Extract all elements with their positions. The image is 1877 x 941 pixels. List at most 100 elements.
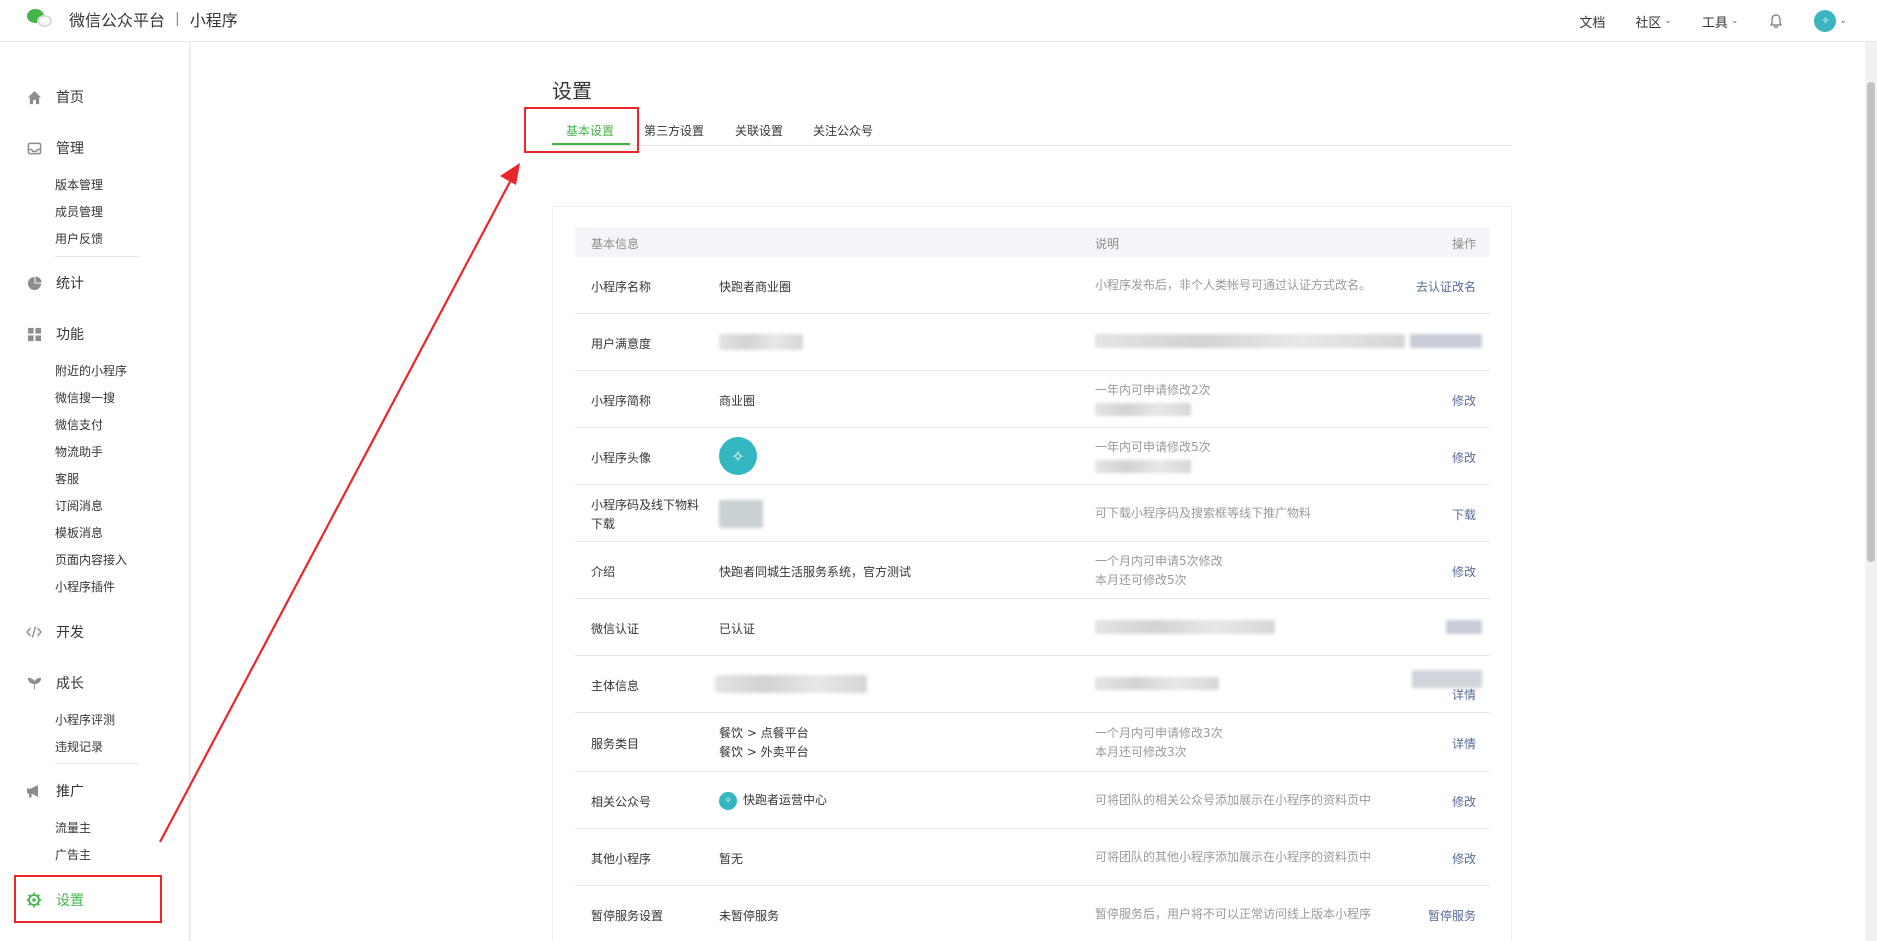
redacted-desc	[1095, 334, 1405, 354]
row-desc: 一年内可申请修改5次	[1095, 438, 1211, 479]
notifications-button[interactable]	[1768, 13, 1784, 29]
sidebar-item-features[interactable]: 功能	[26, 324, 84, 344]
brand-separator: |	[175, 11, 180, 27]
row-value: 商业圈	[719, 394, 756, 408]
sidebar-item-content[interactable]: 页面内容接入	[55, 551, 127, 568]
table-row: 相关公众号 ✧ 快跑者运营中心 可将团队的相关公众号添加展示在小程序的资料页中 修…	[575, 772, 1490, 829]
row-label: 服务类目	[591, 737, 640, 751]
row-label: 其他小程序	[591, 852, 652, 866]
certify-rename-link[interactable]: 去认证改名	[1416, 278, 1476, 295]
row-desc-line: 本月还可修改3次	[1095, 745, 1187, 759]
nav-community[interactable]: 社区 ⌄	[1635, 12, 1672, 31]
pause-service-link[interactable]: 暂停服务	[1428, 907, 1476, 924]
category-item: 餐饮 > 点餐平台	[719, 726, 809, 740]
sidebar-item-plugins[interactable]: 小程序插件	[55, 578, 115, 595]
chevron-down-icon: ⌄	[1730, 16, 1739, 26]
redacted-value	[719, 334, 803, 353]
sidebar-item-logistics[interactable]: 物流助手	[55, 443, 103, 460]
avatar: ✧	[1814, 10, 1837, 32]
header-desc: 说明	[1095, 237, 1120, 251]
sidebar-item-advertiser[interactable]: 广告主	[55, 846, 91, 863]
row-label: 主体信息	[591, 679, 640, 693]
product-name: 小程序	[189, 11, 238, 30]
category-item: 餐饮 > 外卖平台	[719, 745, 809, 759]
bell-icon	[1768, 13, 1784, 29]
row-value: 已认证	[719, 622, 756, 636]
row-desc-line: 一年内可申请修改2次	[1095, 383, 1211, 397]
edit-link[interactable]: 修改	[1452, 563, 1476, 580]
sidebar-item-versions[interactable]: 版本管理	[55, 176, 103, 193]
row-value: 快跑者同城生活服务系统，官方测试	[719, 565, 912, 579]
row-value: ✧ 快跑者运营中心	[719, 791, 827, 810]
sidebar-item-traffic-owner[interactable]: 流量主	[55, 819, 91, 836]
tab-third-party[interactable]: 第三方设置	[644, 122, 704, 139]
table-row: 小程序简称 商业圈 一年内可申请修改2次 修改	[575, 371, 1490, 428]
download-link[interactable]: 下载	[1452, 506, 1476, 523]
sidebar-item-search[interactable]: 微信搜一搜	[55, 389, 115, 406]
row-desc: 一年内可申请修改2次	[1095, 381, 1211, 422]
row-label: 微信认证	[591, 622, 640, 636]
inbox-icon	[26, 140, 42, 156]
scrollbar[interactable]	[1865, 42, 1877, 941]
table-row: 小程序头像 ✧ 一年内可申请修改5次 修改	[575, 428, 1490, 485]
sidebar-item-growth[interactable]: 成长	[26, 673, 84, 693]
sidebar-item-stats[interactable]: 统计	[26, 273, 84, 293]
redacted-action[interactable]	[1446, 620, 1482, 637]
edit-link[interactable]: 修改	[1452, 793, 1476, 810]
sidebar-item-violations[interactable]: 违规记录	[55, 738, 103, 755]
tab-follow-account[interactable]: 关注公众号	[813, 122, 873, 139]
edit-link[interactable]: 修改	[1452, 449, 1476, 466]
official-account-name: 快跑者运营中心	[743, 793, 828, 807]
app-logo-icon: ✧	[719, 437, 757, 475]
highlight-box-basic-tab	[524, 107, 639, 153]
row-desc: 可下载小程序码及搜索框等线下推广物料	[1095, 506, 1312, 520]
tab-associations[interactable]: 关联设置	[735, 122, 783, 139]
header-action: 操作	[1451, 237, 1476, 251]
sidebar: 首页 管理 版本管理 成员管理 用户反馈 统计 功能 附近的小程序 微信搜一搜 …	[0, 42, 190, 941]
wechat-logo-icon	[27, 7, 53, 31]
sidebar-item-subscribe[interactable]: 订阅消息	[55, 497, 103, 514]
home-icon	[26, 89, 42, 105]
edit-link[interactable]: 修改	[1452, 392, 1476, 409]
top-nav: 文档 社区 ⌄ 工具 ⌄ ✧ ⌄	[1549, 8, 1847, 34]
brand[interactable]: 微信公众平台 | 小程序	[27, 7, 238, 31]
table-row: 微信认证 已认证	[575, 599, 1490, 656]
row-label: 小程序码及线下物料下载	[591, 498, 700, 531]
sidebar-item-feedback[interactable]: 用户反馈	[55, 230, 103, 247]
sidebar-item-pay[interactable]: 微信支付	[55, 416, 103, 433]
official-account-logo-icon: ✧	[719, 791, 737, 810]
redacted-desc	[1095, 460, 1191, 473]
sidebar-item-evaluation[interactable]: 小程序评测	[55, 711, 115, 728]
redacted-desc	[1095, 620, 1275, 640]
sidebar-item-label: 开发	[56, 625, 84, 641]
nav-docs[interactable]: 文档	[1579, 12, 1605, 31]
basic-info-card: 基本信息 说明 操作 小程序名称 快跑者商业圈 小程序发布后，非个人类帐号可通过…	[553, 207, 1511, 941]
sidebar-item-develop[interactable]: 开发	[26, 622, 84, 642]
scrollbar-thumb[interactable]	[1867, 82, 1875, 562]
chevron-down-icon: ⌄	[1839, 16, 1847, 26]
details-link[interactable]: 详情	[1452, 735, 1476, 752]
sidebar-item-promote[interactable]: 推广	[26, 781, 84, 801]
account-menu[interactable]: ✧ ⌄	[1814, 10, 1847, 32]
sidebar-item-manage[interactable]: 管理	[26, 138, 84, 158]
sidebar-item-support[interactable]: 客服	[55, 470, 79, 487]
row-label: 相关公众号	[591, 795, 652, 809]
sidebar-item-home[interactable]: 首页	[26, 87, 84, 107]
row-desc: 小程序发布后，非个人类帐号可通过认证方式改名。	[1095, 278, 1372, 292]
edit-link[interactable]: 修改	[1452, 850, 1476, 867]
redacted-action[interactable]	[1410, 334, 1482, 351]
sidebar-divider	[55, 763, 139, 764]
row-desc: 一个月内可申请修改3次 本月还可修改3次	[1095, 724, 1223, 762]
row-desc: 可将团队的相关公众号添加展示在小程序的资料页中	[1095, 793, 1372, 807]
table-header: 基本信息 说明 操作	[575, 227, 1490, 257]
sidebar-item-nearby[interactable]: 附近的小程序	[55, 362, 127, 379]
sidebar-item-template[interactable]: 模板消息	[55, 524, 103, 541]
details-link[interactable]: 详情	[1452, 686, 1476, 703]
sidebar-item-label: 推广	[56, 784, 84, 800]
sidebar-item-label: 管理	[56, 141, 84, 157]
row-label: 用户满意度	[591, 337, 652, 351]
table-row: 暂停服务设置 未暂停服务 暂停服务后，用户将不可以正常访问线上版本小程序 暂停服…	[575, 886, 1490, 941]
row-desc-line: 一年内可申请修改5次	[1095, 440, 1211, 454]
nav-tools[interactable]: 工具 ⌄	[1702, 12, 1739, 31]
sidebar-item-members[interactable]: 成员管理	[55, 203, 103, 220]
